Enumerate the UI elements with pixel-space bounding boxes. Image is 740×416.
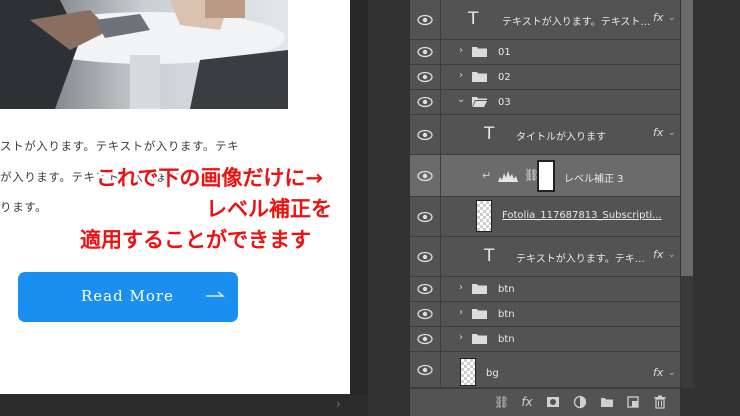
layer-row[interactable]: ⌄ 03 bbox=[410, 90, 680, 115]
read-more-button[interactable]: Read More bbox=[18, 272, 238, 322]
paragraph-line: ります。 bbox=[0, 200, 48, 214]
eye-icon[interactable] bbox=[417, 129, 433, 141]
folder-icon bbox=[472, 334, 487, 344]
annotation-line-1: これで下の画像だけに→ bbox=[96, 166, 323, 190]
layer-row[interactable]: T テキストが入ります。テキ… fx ⌄ bbox=[410, 237, 680, 277]
layers-scrollbar-track[interactable] bbox=[681, 276, 693, 388]
business-meeting-photo bbox=[0, 0, 288, 109]
eye-icon[interactable] bbox=[417, 251, 433, 263]
layer-row[interactable]: › 02 bbox=[410, 65, 680, 90]
fx-icon[interactable]: fx bbox=[653, 11, 663, 24]
adjustment-icon[interactable] bbox=[573, 395, 587, 409]
layers-scrollbar-thumb[interactable] bbox=[681, 0, 693, 276]
image-thumbnail[interactable] bbox=[476, 200, 492, 232]
eye-icon[interactable] bbox=[417, 71, 433, 83]
chevron-right-icon[interactable]: › bbox=[459, 307, 463, 318]
eye-icon[interactable] bbox=[417, 170, 433, 182]
layer-name: レベル補正 3 bbox=[564, 174, 624, 185]
folder-icon bbox=[472, 72, 487, 82]
layer-name: bg bbox=[486, 368, 499, 379]
chevron-right-icon[interactable]: › bbox=[459, 45, 463, 56]
mask-thumbnail[interactable] bbox=[537, 160, 555, 192]
layers-toolbar: ⛓ fx bbox=[410, 388, 680, 416]
layer-row[interactable]: Fotolia_117687813_Subscripti... bbox=[410, 197, 680, 237]
layer-name: テキストが入ります。テキスト… bbox=[502, 17, 651, 28]
layer-row-selected[interactable]: ↵ ⛓ レベル補正 3 bbox=[410, 155, 680, 197]
folder-icon bbox=[472, 47, 487, 57]
canvas-scrollbar[interactable] bbox=[0, 394, 368, 416]
layer-name: 02 bbox=[498, 72, 511, 83]
fx-icon[interactable]: fx bbox=[653, 126, 663, 139]
scroll-right-icon[interactable]: › bbox=[336, 397, 341, 411]
eye-icon[interactable] bbox=[417, 333, 433, 345]
layer-name: 03 bbox=[498, 97, 511, 108]
chevron-down-icon[interactable]: ⌄ bbox=[668, 368, 676, 378]
trash-icon[interactable] bbox=[653, 395, 667, 409]
chevron-right-icon[interactable]: › bbox=[459, 70, 463, 81]
chevron-down-icon[interactable]: ⌄ bbox=[668, 128, 676, 138]
read-more-label: Read More bbox=[81, 287, 174, 305]
chevron-down-icon[interactable]: ⌄ bbox=[457, 94, 465, 105]
folder-open-icon bbox=[472, 97, 487, 107]
layer-row[interactable]: bg fx ⌄ bbox=[410, 352, 680, 388]
fx-icon[interactable]: fx bbox=[653, 248, 663, 261]
chevron-down-icon[interactable]: ⌄ bbox=[668, 250, 676, 260]
text-layer-icon: T bbox=[484, 246, 495, 266]
new-group-icon[interactable] bbox=[600, 395, 614, 409]
layer-row[interactable]: T テキストが入ります。テキスト… fx ⌄ bbox=[410, 0, 680, 40]
chevron-right-icon[interactable]: › bbox=[459, 332, 463, 343]
layer-name: タイトルが入ります bbox=[516, 132, 606, 143]
layer-row[interactable]: › btn bbox=[410, 277, 680, 302]
layer-row[interactable]: › btn bbox=[410, 302, 680, 327]
layer-row[interactable]: › btn bbox=[410, 327, 680, 352]
layer-name: btn bbox=[498, 309, 515, 320]
text-layer-icon: T bbox=[484, 124, 495, 144]
fx-icon[interactable]: fx bbox=[653, 366, 663, 379]
eye-icon[interactable] bbox=[417, 46, 433, 58]
eye-icon[interactable] bbox=[417, 308, 433, 320]
layer-row[interactable]: › 01 bbox=[410, 40, 680, 65]
clipping-arrow-icon: ↵ bbox=[482, 169, 492, 182]
folder-icon bbox=[472, 284, 487, 294]
layer-name: 01 bbox=[498, 47, 511, 58]
mask-icon[interactable] bbox=[546, 395, 560, 409]
link-icon[interactable]: ⛓ bbox=[494, 395, 509, 409]
folder-icon bbox=[472, 309, 487, 319]
fx-icon[interactable]: fx bbox=[520, 395, 534, 409]
levels-histogram-icon bbox=[498, 171, 518, 182]
text-layer-icon: T bbox=[468, 9, 479, 29]
layer-name: btn bbox=[498, 284, 515, 295]
layer-name: Fotolia_117687813_Subscripti... bbox=[502, 210, 662, 221]
annotation-line-2: レベル補正を bbox=[206, 197, 332, 221]
eye-icon[interactable] bbox=[417, 96, 433, 108]
chevron-down-icon[interactable]: ⌄ bbox=[668, 13, 676, 23]
eye-icon[interactable] bbox=[417, 283, 433, 295]
eye-icon[interactable] bbox=[417, 14, 433, 26]
layer-name: btn bbox=[498, 334, 515, 345]
paragraph-line: ストが入ります。テキストが入ります。テキ bbox=[0, 139, 240, 153]
eye-icon[interactable] bbox=[417, 211, 433, 223]
eye-icon[interactable] bbox=[417, 364, 433, 376]
arrow-right-icon bbox=[206, 291, 225, 297]
chevron-right-icon[interactable]: › bbox=[459, 282, 463, 293]
new-layer-icon[interactable] bbox=[626, 395, 640, 409]
layer-name: テキストが入ります。テキ… bbox=[516, 254, 645, 265]
layer-row[interactable]: T タイトルが入ります fx ⌄ bbox=[410, 115, 680, 155]
annotation-line-3: 適用することができます bbox=[80, 228, 311, 252]
image-thumbnail[interactable] bbox=[460, 358, 476, 386]
